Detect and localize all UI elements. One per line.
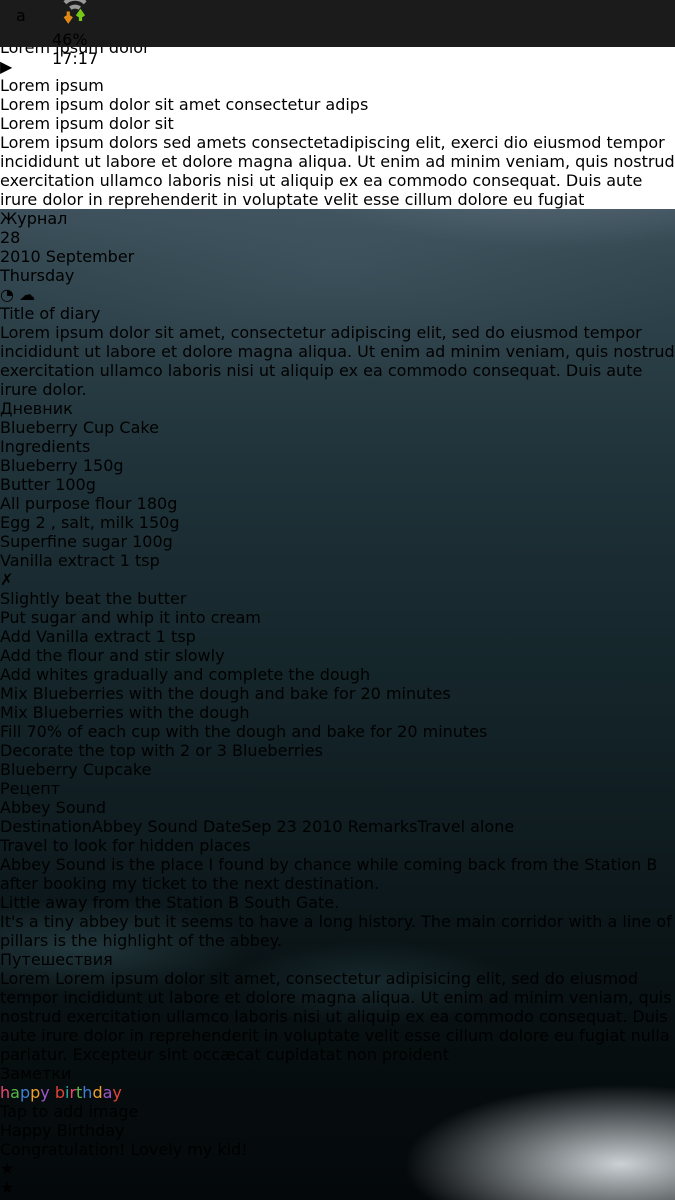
- magazine-photo-caption: Lorem ipsum Lorem ipsum dolor sit amet c…: [0, 76, 369, 114]
- travel-paragraphs: Abbey Sound is the place I found by chan…: [0, 855, 672, 950]
- travel-fields: DestinationAbbey Sound DateSep 23 2010 R…: [0, 817, 515, 836]
- magazine-headline: Lorem ipsum dolor sit: [0, 114, 174, 133]
- birthday-banner: happy birthday: [0, 1083, 122, 1102]
- travel-heading: Travel to look for hidden places: [0, 836, 251, 855]
- notes-body: Lorem Lorem ipsum dolor sit amet, consec…: [0, 969, 672, 1064]
- diary-weather-icons: ◔ ☁: [0, 285, 675, 304]
- template-card-birthday[interactable]: happy birthday Tap to add image Happy Bi…: [0, 1083, 675, 1200]
- recipe-title: Blueberry Cup Cake: [0, 418, 159, 437]
- birthday-photo-overlay: Tap to add image: [0, 1102, 139, 1121]
- magazine-columns: Lorem ipsum dolors sed amets consectetad…: [0, 133, 675, 209]
- battery-percent: 46%: [52, 29, 88, 49]
- home-screen: a 46% 17:17 Notes Список файлов | Создат…: [0, 0, 675, 1200]
- template-label-notes: Заметки: [0, 1064, 72, 1083]
- template-card-diary[interactable]: 28 2010 September Thursday ◔ ☁ Title of …: [0, 228, 675, 399]
- star-icon: ★: [0, 1159, 15, 1178]
- strike-cross-icon: ✗: [0, 570, 14, 589]
- diary-title: Title of diary: [0, 304, 101, 323]
- birthday-title: Happy Birthday: [0, 1121, 125, 1140]
- magazine-photo: ▶ Lorem ipsum Lorem ipsum dolor sit amet…: [0, 57, 675, 114]
- diary-date: 2010 September Thursday: [0, 247, 135, 285]
- template-label-magazine: Журнал: [0, 209, 68, 228]
- recipe-script-note: Blueberry Cupcake: [0, 760, 152, 779]
- cloud-icon: ☁: [19, 285, 36, 304]
- diary-header: 28 2010 September Thursday ◔ ☁: [0, 228, 675, 304]
- birthday-subtitle: Congratulation! Lovely my kid!: [0, 1140, 248, 1159]
- wifi-icon: [63, 0, 87, 25]
- clock-icon: ◔: [0, 285, 14, 304]
- template-card-magazine[interactable]: Lorem ipsum dolor ▶ Lorem ipsum Lorem ip…: [0, 38, 675, 209]
- status-bar: a 46% 17:17: [0, 0, 675, 68]
- template-card-notes[interactable]: Lorem Lorem ipsum dolor sit amet, consec…: [0, 969, 675, 1064]
- status-clock: 17:17: [52, 48, 99, 68]
- template-label-diary: Дневник: [0, 399, 73, 418]
- notes-panel: Список файлов | Создать заметку Lorem ip…: [0, 19, 675, 1200]
- recipe-ingredients-heading: Ingredients: [0, 437, 91, 456]
- play-icon: ▶: [0, 57, 13, 76]
- travel-photo-caption: Abbey Sound: [0, 798, 107, 817]
- template-card-recipe[interactable]: Blueberry Cup Cake Ingredients Blueberry…: [0, 418, 675, 779]
- recipe-ingredients: Blueberry 150g Butter 100g All purpose flo…: [0, 456, 675, 589]
- diary-day: 28: [0, 228, 21, 247]
- template-label-travel: Путешествия: [0, 950, 113, 969]
- diary-body: Lorem ipsum dolor sit amet, consectetur …: [0, 323, 675, 399]
- template-label-recipe: Рецепт: [0, 779, 61, 798]
- star-icon: ★: [0, 1178, 15, 1197]
- status-bar-right: 46% 17:17: [52, 0, 98, 68]
- magazine-body: Lorem ipsum dolors sed amets consectetad…: [0, 133, 675, 209]
- recipe-steps: Slightly beat the butter Put sugar and wh…: [0, 589, 488, 760]
- birthday-photo: Tap to add image: [0, 1102, 675, 1121]
- notification-app-icon: a: [16, 5, 26, 25]
- travel-polaroid: Abbey Sound: [0, 798, 675, 817]
- template-card-travel[interactable]: Abbey Sound DestinationAbbey Sound DateS…: [0, 798, 675, 950]
